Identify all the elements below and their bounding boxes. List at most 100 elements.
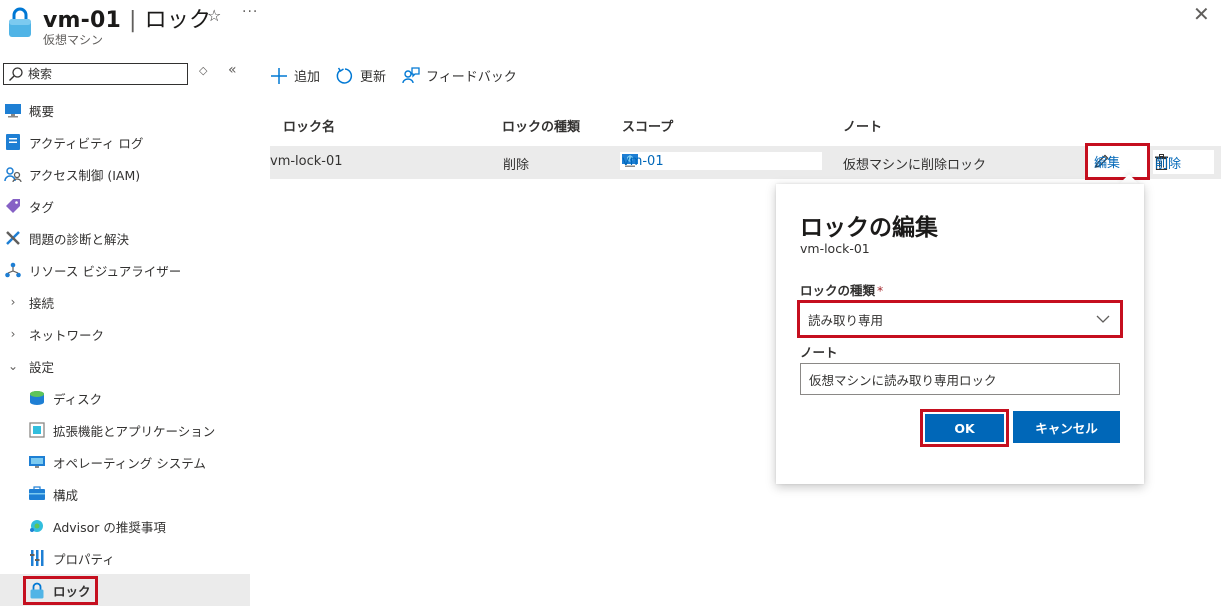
- sidebar-item-properties[interactable]: プロパティ: [0, 542, 250, 574]
- add-button[interactable]: 追加: [270, 66, 320, 85]
- sidebar-item-label: プロパティ: [53, 551, 115, 567]
- lock-type-label: ロックの種類 *: [800, 280, 883, 299]
- sidebar-group-settings[interactable]: ⌄ 設定: [0, 350, 250, 382]
- chevron-down-icon: [1096, 315, 1110, 323]
- lock-type-cell: 削除: [503, 158, 530, 173]
- resource-type: 仮想マシン: [43, 33, 104, 47]
- feedback-icon: [402, 66, 420, 83]
- chevron-down-icon: ⌄: [7, 359, 19, 373]
- sidebar-item-label: ディスク: [53, 391, 103, 407]
- sidebar-search[interactable]: [3, 63, 188, 85]
- visualizer-icon: [4, 261, 22, 279]
- refresh-icon: [336, 67, 353, 84]
- table-header: ロック名 ロックの種類 スコープ ノート: [270, 110, 1220, 136]
- edit-button[interactable]: 編集: [1085, 143, 1150, 180]
- refresh-button-label: 更新: [360, 70, 387, 85]
- edit-button-label: 編集: [1094, 156, 1121, 171]
- sidebar-item-label: 拡張機能とアプリケーション: [53, 423, 216, 439]
- required-marker: *: [877, 283, 884, 298]
- chevron-right-icon: ›: [10, 295, 16, 309]
- iam-icon: [4, 165, 22, 183]
- search-icon: [9, 67, 23, 81]
- sidebar-item-overview[interactable]: 概要: [0, 94, 250, 126]
- os-icon: [28, 453, 46, 471]
- search-input[interactable]: [28, 67, 178, 81]
- sidebar-item-label: アクセス制御 (IAM): [29, 167, 141, 183]
- collapse-toggle-icon[interactable]: ◇: [199, 64, 207, 77]
- sidebar-item-disks[interactable]: ディスク: [0, 382, 250, 414]
- favorite-star-icon[interactable]: ☆: [207, 6, 221, 25]
- column-header-lock-name[interactable]: ロック名: [283, 116, 335, 135]
- more-options-icon[interactable]: ···: [242, 4, 258, 20]
- activity-log-icon: [4, 133, 22, 151]
- sidebar-item-diagnose[interactable]: 問題の診断と解決: [0, 222, 250, 254]
- lock-type-label-text: ロックの種類: [800, 283, 876, 298]
- sidebar-item-label: リソース ビジュアライザー: [29, 263, 182, 279]
- sidebar-item-extensions[interactable]: 拡張機能とアプリケーション: [0, 414, 250, 446]
- ok-button-highlight: OK: [920, 409, 1009, 447]
- sidebar-item-label: タグ: [29, 199, 55, 215]
- disk-icon: [28, 389, 46, 407]
- refresh-button[interactable]: 更新: [336, 66, 386, 85]
- sidebar-item-activity-log[interactable]: アクティビティ ログ: [0, 126, 250, 158]
- note-input[interactable]: [800, 363, 1120, 395]
- lock-icon: [28, 581, 46, 599]
- collapse-sidebar-icon[interactable]: «: [228, 62, 237, 78]
- lock-type-selected-value: 読み取り専用: [808, 312, 884, 328]
- sidebar-item-locks[interactable]: ロック: [0, 574, 250, 606]
- sidebar-item-label: 接続: [29, 295, 55, 311]
- scope-link-label: vm-01: [622, 153, 664, 169]
- sidebar-item-label: ロック: [53, 583, 91, 599]
- diagnose-icon: [4, 229, 22, 247]
- overview-icon: [4, 101, 22, 119]
- sidebar-item-tags[interactable]: タグ: [0, 190, 250, 222]
- configuration-icon: [28, 485, 46, 503]
- sidebar-item-label: アクティビティ ログ: [29, 135, 144, 151]
- column-header-lock-type[interactable]: ロックの種類: [502, 116, 580, 135]
- sidebar-item-advisor[interactable]: Advisor の推奨事項: [0, 510, 250, 542]
- sidebar-item-highlight: ロック: [23, 575, 98, 605]
- table-row[interactable]: vm-lock-01 削除 vm-01 仮想マシンに削除ロック 編集 削除: [270, 143, 1221, 180]
- dialog-subtitle: vm-lock-01: [800, 241, 870, 256]
- page-title: vm-01 | ロック: [43, 8, 212, 33]
- sidebar-nav: 概要 アクティビティ ログ アクセス制御 (IAM) タグ 問題の診断と解決 リ…: [0, 94, 250, 606]
- delete-button[interactable]: 削除: [1153, 150, 1214, 174]
- sidebar-item-label: 問題の診断と解決: [29, 231, 130, 247]
- advisor-icon: [28, 517, 46, 535]
- edit-lock-dialog: ロックの編集 vm-lock-01 ロックの種類* 読み取り専用 ノート OK …: [776, 184, 1144, 484]
- delete-button-label: 削除: [1155, 156, 1182, 172]
- sidebar-item-visualizer[interactable]: リソース ビジュアライザー: [0, 254, 250, 286]
- sidebar-item-configuration[interactable]: 構成: [0, 478, 250, 510]
- sidebar-item-label: 構成: [53, 487, 79, 503]
- lock-type-dropdown[interactable]: 読み取り専用: [797, 300, 1123, 338]
- dialog-title: ロックの編集: [800, 215, 938, 241]
- sidebar-item-network[interactable]: › ネットワーク: [0, 318, 250, 350]
- add-button-label: 追加: [294, 70, 321, 85]
- command-bar: 追加 更新 フィードバック: [270, 66, 517, 85]
- column-header-scope[interactable]: スコープ: [622, 116, 673, 135]
- chevron-right-icon: ›: [10, 327, 16, 341]
- plus-icon: [271, 67, 287, 84]
- note-label: ノート: [800, 345, 838, 360]
- lock-icon: [9, 7, 31, 37]
- sidebar-item-label: オペレーティング システム: [53, 455, 206, 471]
- sidebar-item-label: 概要: [29, 103, 55, 119]
- page-header: vm-01 | ロック 仮想マシン ☆ ··· ✕: [0, 0, 1221, 56]
- sidebar-item-label: Advisor の推奨事項: [53, 519, 166, 535]
- sidebar-item-label: ネットワーク: [29, 327, 105, 343]
- properties-icon: [28, 549, 46, 567]
- feedback-button[interactable]: フィードバック: [402, 66, 517, 85]
- ok-button[interactable]: OK: [925, 414, 1004, 442]
- sidebar-item-label: 設定: [29, 359, 55, 375]
- note-cell: 仮想マシンに削除ロック: [843, 158, 987, 173]
- sidebar-item-iam[interactable]: アクセス制御 (IAM): [0, 158, 250, 190]
- sidebar-item-os[interactable]: オペレーティング システム: [0, 446, 250, 478]
- feedback-button-label: フィードバック: [426, 70, 517, 85]
- column-header-note[interactable]: ノート: [843, 116, 882, 135]
- extensions-icon: [28, 421, 46, 439]
- scope-link[interactable]: vm-01: [620, 152, 822, 170]
- close-icon[interactable]: ✕: [1193, 2, 1210, 26]
- cancel-button[interactable]: キャンセル: [1013, 411, 1120, 443]
- lock-name-cell: vm-lock-01: [270, 154, 343, 169]
- sidebar-item-connect[interactable]: › 接続: [0, 286, 250, 318]
